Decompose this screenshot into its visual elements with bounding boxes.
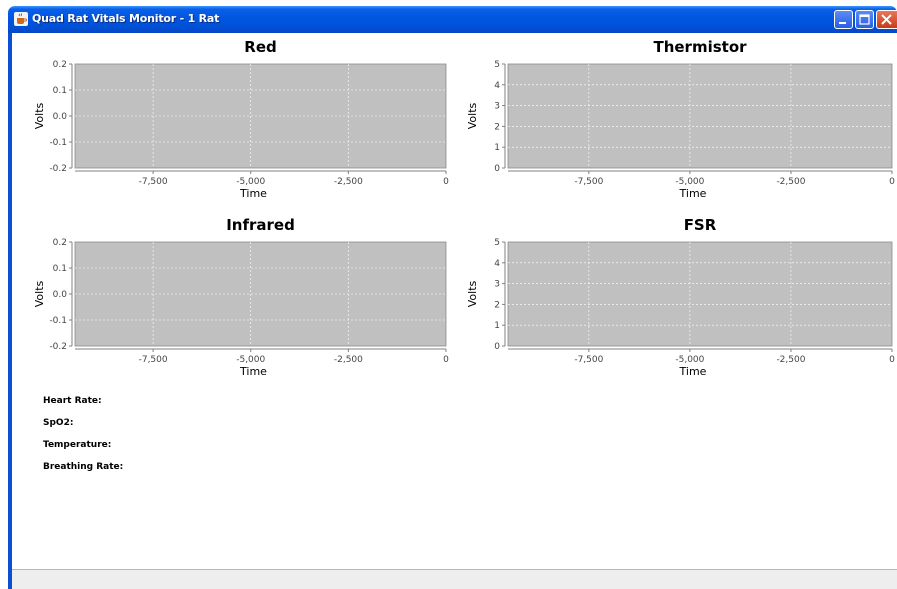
x-tick-label: -5,000 — [236, 177, 265, 187]
y-axis-label: Volts — [466, 280, 479, 307]
y-axis-label: Volts — [33, 102, 46, 129]
chart-red: Red -0.2 -0.1 0.0 0.1 0.2 -7,500 -5,000 -2,500 0 T… — [33, 38, 449, 200]
status-bar — [12, 569, 897, 589]
x-axis-label: Time — [239, 365, 267, 378]
x-axis-label: Time — [239, 187, 267, 200]
chart-title: FSR — [684, 216, 717, 234]
y-tick-label: 0 — [494, 164, 500, 174]
y-tick-label: -0.1 — [49, 138, 67, 148]
x-tick-label: -5,000 — [236, 355, 265, 365]
vital-label: Breathing Rate: — [43, 462, 124, 472]
x-tick-label: -2,500 — [776, 177, 805, 187]
y-tick-label: -0.2 — [49, 164, 67, 174]
java-cup-icon — [14, 12, 28, 26]
chart-title: Thermistor — [653, 38, 747, 56]
y-tick-label: 3 — [494, 280, 500, 290]
title-bar[interactable]: Quad Rat Vitals Monitor - 1 Rat — [8, 6, 897, 33]
minimize-icon — [839, 22, 846, 24]
x-tick-label: -7,500 — [139, 177, 168, 187]
vital-label: Temperature: — [43, 440, 112, 450]
y-tick-label: 5 — [494, 60, 500, 70]
y-tick-label: 1 — [494, 321, 500, 331]
y-tick-label: -0.1 — [49, 316, 67, 326]
x-tick-label: 0 — [443, 177, 449, 187]
x-tick-label: 0 — [889, 355, 895, 365]
y-tick-label: 1 — [494, 143, 500, 153]
y-axis-label: Volts — [466, 102, 479, 129]
y-tick-label: 0.2 — [53, 60, 67, 70]
vital-breathing-rate: Breathing Rate: — [43, 462, 123, 472]
y-tick-label: 5 — [494, 238, 500, 248]
app-window: Quad Rat Vitals Monitor - 1 Rat Red -0.2 -… — [8, 0, 897, 589]
vital-label: Heart Rate: — [43, 396, 102, 406]
client-area: Red -0.2 -0.1 0.0 0.1 0.2 -7,500 -5,000 -2,500 0 T… — [12, 33, 897, 589]
x-tick-label: 0 — [443, 355, 449, 365]
maximize-icon — [859, 14, 870, 25]
plot-area — [507, 241, 893, 347]
chart-title: Red — [244, 38, 276, 56]
close-button[interactable] — [876, 10, 897, 29]
x-axis-label: Time — [679, 365, 707, 378]
vital-heart-rate: Heart Rate: — [43, 396, 102, 406]
y-tick-label: 3 — [494, 102, 500, 112]
y-tick-label: -0.2 — [49, 342, 67, 352]
x-tick-label: -2,500 — [334, 355, 363, 365]
plot-area — [507, 63, 893, 169]
y-tick-label: 0.0 — [53, 112, 68, 122]
minimize-button[interactable] — [834, 10, 853, 29]
y-tick-label: 2 — [494, 122, 500, 132]
y-axis-label: Volts — [33, 280, 46, 307]
y-tick-label: 0.1 — [53, 264, 67, 274]
y-tick-label: 4 — [494, 259, 500, 269]
x-tick-label: -7,500 — [574, 177, 603, 187]
chart-infrared: Infrared -0.2 -0.1 0.0 0.1 0.2 -7,500 -5,000 -2,… — [33, 216, 449, 378]
window-title: Quad Rat Vitals Monitor - 1 Rat — [32, 12, 220, 25]
chart-title: Infrared — [226, 216, 295, 234]
y-tick-label: 0 — [494, 342, 500, 352]
vital-temperature: Temperature: — [43, 440, 111, 450]
x-tick-label: -7,500 — [574, 355, 603, 365]
chart-fsr: FSR 0 1 2 3 4 5 -7,500 -5,000 -2,500 0 Time Volts — [466, 216, 895, 378]
x-tick-label: -7,500 — [139, 355, 168, 365]
close-icon — [881, 14, 892, 25]
chart-thermistor: Thermistor 0 1 2 3 4 5 -7,500 -5,000 -2,500 0 Time V… — [466, 38, 895, 200]
y-tick-label: 4 — [494, 81, 500, 91]
charts-panel: Red-0.2-0.10.00.10.2-7,500 -5,000 -2,500 0T… — [33, 38, 895, 378]
x-tick-label: -2,500 — [334, 177, 363, 187]
y-tick-label: 0.0 — [53, 290, 68, 300]
y-tick-label: 0.2 — [53, 238, 67, 248]
vital-spo2: SpO2: — [43, 418, 73, 428]
x-tick-label: -2,500 — [776, 355, 805, 365]
x-tick-label: -5,000 — [675, 355, 704, 365]
maximize-button[interactable] — [855, 10, 874, 29]
vital-label: SpO2: — [43, 418, 74, 428]
x-tick-label: 0 — [889, 177, 895, 187]
x-tick-label: -5,000 — [675, 177, 704, 187]
x-axis-label: Time — [679, 187, 707, 200]
y-tick-label: 0.1 — [53, 86, 67, 96]
y-tick-label: 2 — [494, 300, 500, 310]
